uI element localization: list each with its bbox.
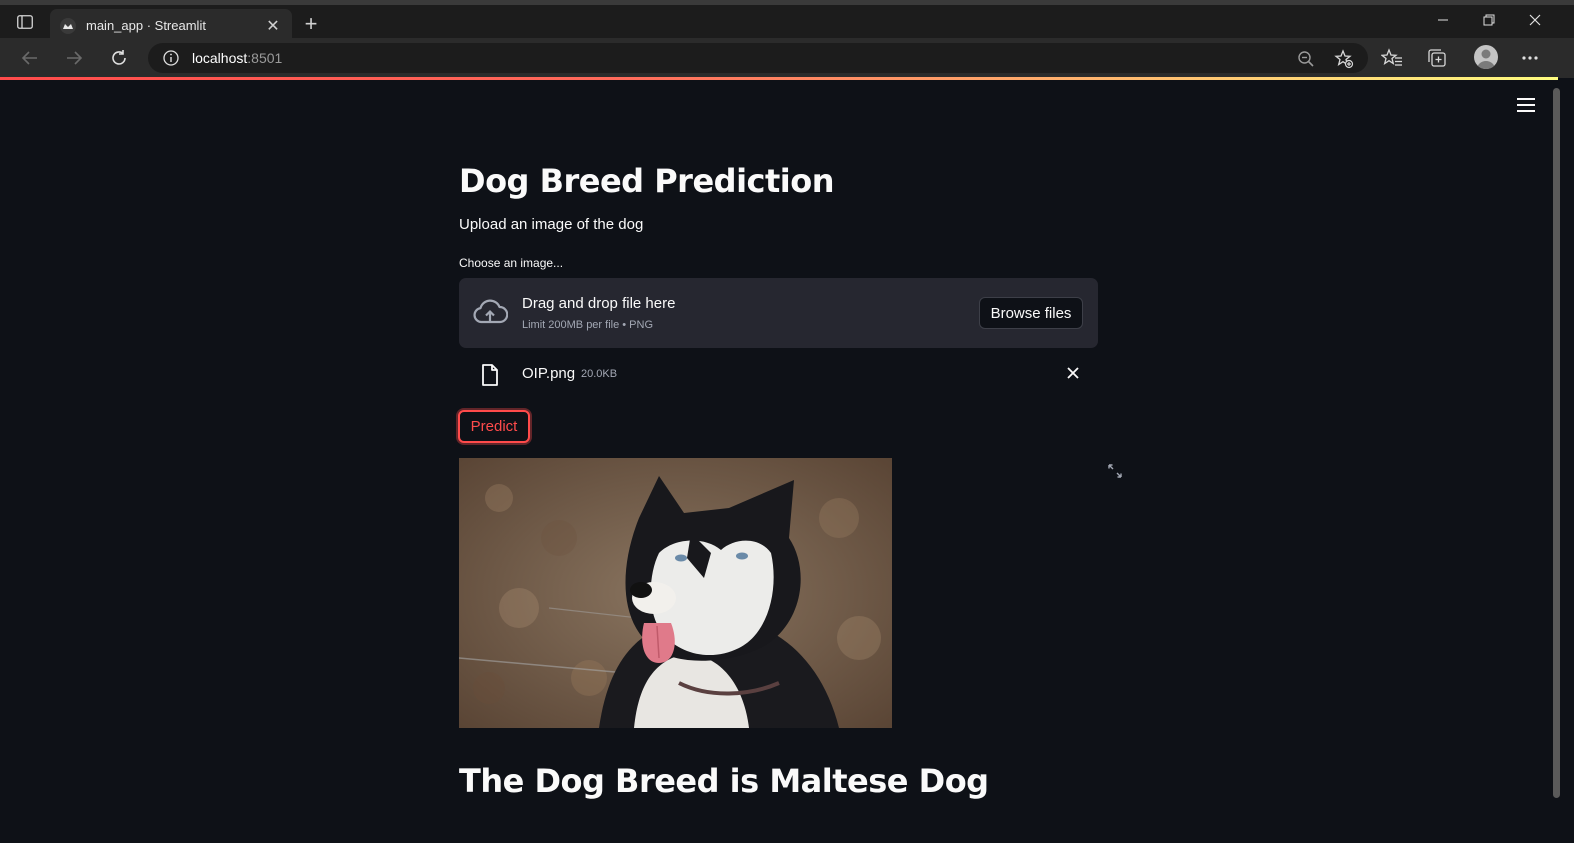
close-window-icon[interactable] xyxy=(1525,13,1545,30)
drop-limit: Limit 200MB per file • PNG xyxy=(522,319,654,331)
streamlit-header-decoration xyxy=(0,77,1558,80)
address-port: :8501 xyxy=(247,50,283,66)
fullscreen-icon[interactable] xyxy=(1107,463,1123,479)
info-icon[interactable] xyxy=(162,49,180,67)
favorites-icon[interactable] xyxy=(1380,47,1404,69)
browse-files-button[interactable]: Browse files xyxy=(979,297,1083,329)
tab-bar: main_app · Streamlit ✕ + xyxy=(0,5,1574,42)
drop-text: Drag and drop file here xyxy=(522,295,676,312)
prediction-result: The Dog Breed is Maltese Dog xyxy=(459,762,989,800)
cloud-upload-icon xyxy=(472,297,509,327)
forward-icon[interactable] xyxy=(63,47,85,69)
browser-window: main_app · Streamlit ✕ + localhost:8501 xyxy=(0,0,1574,843)
sidebar-toggle-icon[interactable] xyxy=(14,13,36,31)
profile-avatar[interactable] xyxy=(1474,45,1498,69)
restore-icon[interactable] xyxy=(1479,13,1499,30)
streamlit-favicon xyxy=(60,17,76,34)
refresh-icon[interactable] xyxy=(108,47,130,69)
plus-icon[interactable]: + xyxy=(300,13,322,35)
uploader-label: Choose an image... xyxy=(459,256,564,270)
file-dropzone[interactable]: Drag and drop file here Limit 200MB per … xyxy=(459,278,1098,348)
uploaded-file-size: 20.0KB xyxy=(581,368,618,380)
remove-file-icon[interactable] xyxy=(1064,364,1082,382)
minimize-icon[interactable] xyxy=(1433,13,1453,30)
close-tab-icon[interactable]: ✕ xyxy=(264,16,282,36)
scrollbar-thumb[interactable] xyxy=(1553,88,1560,798)
predict-button[interactable]: Predict xyxy=(458,410,530,443)
address-bar[interactable]: localhost:8501 xyxy=(148,43,1368,73)
back-icon[interactable] xyxy=(19,47,41,69)
dog-image xyxy=(459,458,892,728)
page-title: Dog Breed Prediction xyxy=(459,162,835,200)
scrollbar-track[interactable] xyxy=(1558,80,1574,843)
uploaded-file-name: OIP.png xyxy=(522,365,576,382)
address-host: localhost xyxy=(192,50,248,66)
page-subtitle: Upload an image of the dog xyxy=(459,216,644,233)
main-menu-icon[interactable] xyxy=(1517,97,1535,113)
file-icon xyxy=(480,363,500,387)
collections-icon[interactable] xyxy=(1425,47,1449,69)
more-icon[interactable] xyxy=(1518,47,1542,69)
browser-toolbar: localhost:8501 xyxy=(0,38,1574,78)
zoom-out-icon[interactable] xyxy=(1295,48,1317,70)
tab-title: main_app · Streamlit xyxy=(86,18,206,33)
add-favorite-icon[interactable] xyxy=(1333,48,1355,70)
